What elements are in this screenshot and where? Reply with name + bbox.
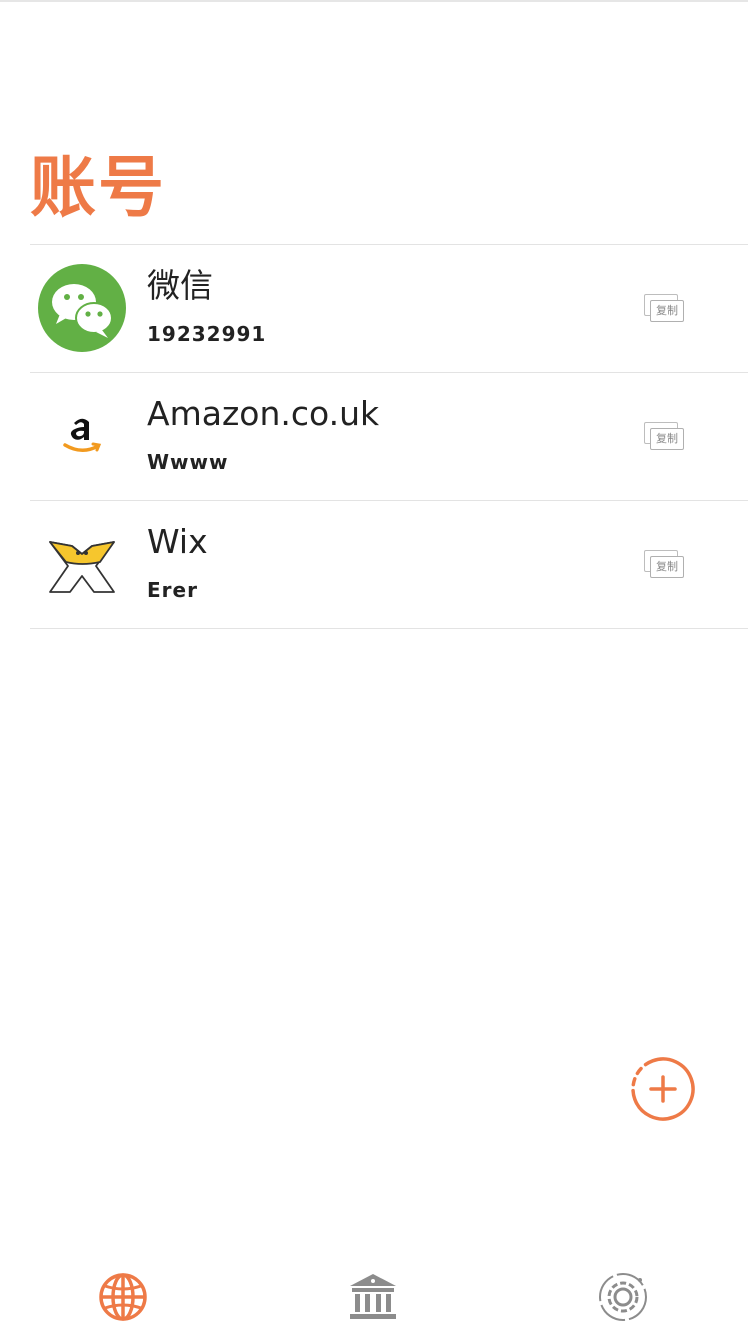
account-list: 微信 19232991 复制 Amazon.co.uk Wwww 复制 Wix … bbox=[30, 244, 748, 629]
tab-accounts-globe-icon[interactable] bbox=[96, 1270, 150, 1324]
add-account-button[interactable] bbox=[629, 1055, 697, 1123]
account-value: 19232991 bbox=[147, 322, 267, 346]
wechat-icon bbox=[38, 264, 126, 352]
tab-settings-gear-icon[interactable] bbox=[596, 1270, 650, 1324]
copy-label: 复制 bbox=[650, 428, 684, 450]
amazon-icon bbox=[38, 392, 126, 480]
app-screen: 账号 微信 19232991 复制 Amazon.co.uk Wwww 复制 W… bbox=[0, 0, 748, 1330]
account-name: 微信 bbox=[147, 266, 213, 305]
account-name: Amazon.co.uk bbox=[147, 394, 380, 433]
account-value: Erer bbox=[147, 578, 198, 602]
account-row-amazon[interactable]: Amazon.co.uk Wwww 复制 bbox=[30, 373, 748, 501]
copy-button[interactable]: 复制 bbox=[642, 420, 686, 454]
copy-button[interactable]: 复制 bbox=[642, 292, 686, 326]
account-row-wix[interactable]: Wix Erer 复制 bbox=[30, 501, 748, 629]
tab-bank-icon[interactable] bbox=[346, 1270, 400, 1324]
copy-button[interactable]: 复制 bbox=[642, 548, 686, 582]
tab-bar bbox=[0, 1262, 748, 1330]
wix-icon bbox=[49, 541, 115, 593]
account-name: Wix bbox=[147, 522, 208, 561]
copy-label: 复制 bbox=[650, 556, 684, 578]
page-title: 账号 bbox=[30, 149, 166, 226]
account-row-wechat[interactable]: 微信 19232991 复制 bbox=[30, 245, 748, 373]
copy-label: 复制 bbox=[650, 300, 684, 322]
status-divider bbox=[0, 0, 748, 2]
account-value: Wwww bbox=[147, 450, 229, 474]
